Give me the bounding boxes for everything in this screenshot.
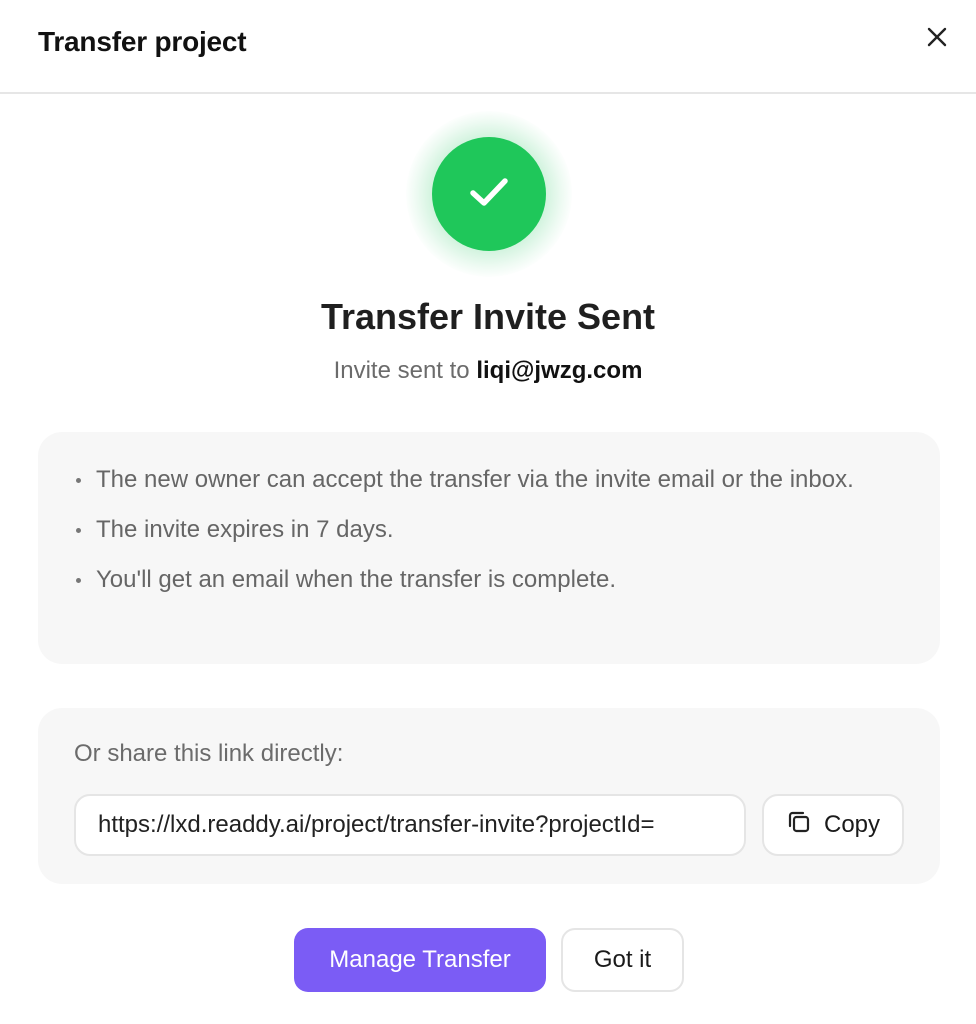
info-list: The new owner can accept the transfer vi… bbox=[74, 462, 900, 597]
success-circle bbox=[432, 137, 546, 251]
info-card: The new owner can accept the transfer vi… bbox=[38, 432, 940, 664]
copy-button[interactable]: Copy bbox=[762, 794, 904, 856]
share-link-input[interactable] bbox=[74, 794, 746, 856]
share-card: Or share this link directly: Copy bbox=[38, 708, 940, 884]
info-item: The invite expires in 7 days. bbox=[74, 512, 900, 547]
info-text: The new owner can accept the transfer vi… bbox=[96, 466, 854, 493]
recipient-email: liqi@jwzg.com bbox=[476, 357, 643, 384]
close-button[interactable] bbox=[920, 22, 954, 56]
dialog-header: Transfer project bbox=[0, 0, 976, 94]
subtitle-prefix: Invite sent to bbox=[333, 357, 470, 384]
info-item: You'll get an email when the transfer is… bbox=[74, 562, 900, 597]
checkmark-icon bbox=[467, 170, 511, 219]
copy-label: Copy bbox=[823, 811, 881, 838]
share-label: Or share this link directly: bbox=[74, 740, 344, 767]
transfer-project-dialog: Transfer project Transfer Invite Sent In… bbox=[0, 0, 976, 1024]
success-badge bbox=[406, 111, 572, 277]
bullet-icon bbox=[76, 478, 81, 483]
copy-icon bbox=[786, 809, 812, 842]
dialog-title: Transfer project bbox=[38, 26, 247, 57]
bullet-icon bbox=[76, 528, 81, 533]
manage-transfer-button[interactable]: Manage Transfer bbox=[294, 928, 546, 992]
info-item: The new owner can accept the transfer vi… bbox=[74, 462, 900, 497]
close-icon bbox=[926, 26, 948, 53]
got-it-button[interactable]: Got it bbox=[561, 928, 684, 992]
info-text: The invite expires in 7 days. bbox=[96, 516, 394, 543]
bullet-icon bbox=[76, 578, 81, 583]
info-text: You'll get an email when the transfer is… bbox=[96, 566, 616, 593]
status-subtitle: Invite sent to liqi@jwzg.com bbox=[0, 357, 976, 385]
dialog-footer: Manage Transfer Got it bbox=[0, 928, 976, 992]
status-title: Transfer Invite Sent bbox=[320, 296, 656, 337]
